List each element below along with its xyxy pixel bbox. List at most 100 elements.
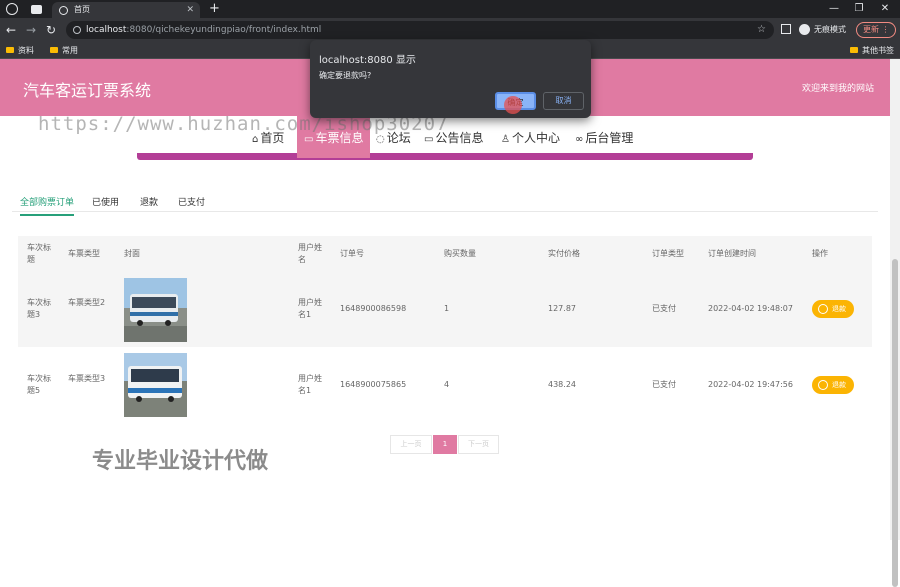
tab-all-orders[interactable]: 全部购票订单 <box>20 195 75 216</box>
back-button[interactable]: ← <box>3 22 19 38</box>
bookmark-label: 常用 <box>62 46 78 55</box>
link-icon: ∞ <box>575 134 584 145</box>
globe-icon <box>59 6 68 15</box>
other-bookmarks-label: 其他书签 <box>862 46 894 55</box>
refund-label: 退款 <box>832 381 846 389</box>
reload-button[interactable]: ↻ <box>43 22 59 38</box>
browser-profile-icon[interactable] <box>6 3 18 15</box>
cell-user-name: 用户姓名1 <box>298 298 322 319</box>
table-row[interactable]: 车次标题3 车票类型2 用户姓名1 1648900086598 1 127.87… <box>18 272 872 347</box>
bus-cover-image <box>124 353 187 417</box>
cell-price: 438.24 <box>548 380 576 389</box>
announcement-icon: ▭ <box>424 134 434 145</box>
new-tab-button[interactable]: + <box>209 0 220 18</box>
col-header: 实付价格 <box>548 249 580 258</box>
folder-icon <box>6 47 14 53</box>
site-info-icon[interactable] <box>73 26 81 34</box>
col-header: 封面 <box>124 249 140 258</box>
tab-refund[interactable]: 退款 <box>140 195 158 208</box>
nav-label: 后台管理 <box>585 131 634 145</box>
tab-used[interactable]: 已使用 <box>92 195 119 208</box>
cell-title: 车次标题3 <box>27 298 51 319</box>
browser-toolbar: ← → ↻ localhost:8080/qichekeyundingpiao/… <box>0 18 900 42</box>
page-scrollbar[interactable] <box>890 59 900 587</box>
cell-ticket-type: 车票类型2 <box>68 298 106 307</box>
welcome-text: 欢迎来到我的网站 <box>801 84 874 94</box>
incognito-icon <box>799 24 810 35</box>
home-icon: ⌂ <box>252 134 259 145</box>
watermark-text: 专业毕业设计代做 <box>92 449 269 474</box>
col-header: 订单创建时间 <box>708 249 756 258</box>
cell-ticket-type: 车票类型3 <box>68 374 106 383</box>
cell-quantity: 4 <box>444 380 450 389</box>
next-page-button[interactable]: 下一页 <box>458 435 499 454</box>
page-1-button[interactable]: 1 <box>433 435 457 454</box>
col-header: 用户姓名 <box>298 243 322 264</box>
refund-label: 退款 <box>832 305 846 313</box>
col-header: 车次标题 <box>27 243 51 264</box>
click-indicator <box>504 96 522 114</box>
col-header: 操作 <box>812 249 828 258</box>
dialog-cancel-button[interactable]: 取消 <box>543 92 584 110</box>
table-header: 车次标题 车票类型 封面 用户姓名 订单号 购买数量 实付价格 订单类型 订单创… <box>18 236 872 272</box>
user-icon: ♙ <box>501 134 510 145</box>
nav-item-admin[interactable]: ∞ 后台管理 <box>575 129 633 146</box>
browser-tab-strip: 首页 ✕ + — ❐ ✕ <box>0 0 900 18</box>
address-bar[interactable]: localhost:8080/qichekeyundingpiao/front/… <box>66 21 774 39</box>
col-header: 车票类型 <box>68 249 100 258</box>
cell-title: 车次标题5 <box>27 374 51 395</box>
refund-button[interactable]: 退款 <box>812 376 854 394</box>
update-label: 更新 <box>863 25 879 34</box>
ticket-icon: ▭ <box>304 134 314 145</box>
bookmark-label: 资料 <box>18 46 34 55</box>
forward-button[interactable]: → <box>23 22 39 38</box>
close-window-icon[interactable]: ✕ <box>874 0 896 18</box>
dialog-title: localhost:8080 显示 <box>319 55 416 66</box>
nav-label: 个人中心 <box>511 131 560 145</box>
cell-created-time: 2022-04-02 19:48:07 <box>708 304 793 313</box>
folder-icon <box>850 47 858 53</box>
close-tab-icon[interactable]: ✕ <box>186 2 194 18</box>
cell-order-no: 1648900086598 <box>340 304 407 313</box>
cell-order-no: 1648900075865 <box>340 380 407 389</box>
incognito-label: 无痕模式 <box>814 25 846 34</box>
url-host: localhost <box>86 25 127 35</box>
scrollbar-thumb[interactable] <box>892 259 898 587</box>
bookmark-folder-1[interactable]: 常用 <box>50 42 78 59</box>
browser-tab-active[interactable]: 首页 ✕ <box>52 2 200 18</box>
side-panel-icon[interactable] <box>781 24 791 34</box>
col-header: 订单号 <box>340 249 364 258</box>
order-filter-tabs: 全部购票订单 已使用 退款 已支付 <box>12 190 878 216</box>
incognito-indicator[interactable]: 无痕模式 <box>799 22 846 38</box>
tab-paid[interactable]: 已支付 <box>178 195 205 208</box>
refund-icon <box>818 304 828 314</box>
minimize-window-icon[interactable]: — <box>823 0 845 18</box>
cell-quantity: 1 <box>444 304 450 313</box>
refund-button[interactable]: 退款 <box>812 300 854 318</box>
confirm-dialog: localhost:8080 显示 确定要退款吗? 确定 取消 <box>310 40 591 118</box>
col-header: 购买数量 <box>444 249 476 258</box>
cell-user-name: 用户姓名1 <box>298 374 322 395</box>
bookmark-folder-0[interactable]: 资料 <box>6 42 34 59</box>
cell-order-type: 已支付 <box>652 380 676 389</box>
prev-page-button[interactable]: 上一页 <box>390 435 432 454</box>
cell-created-time: 2022-04-02 19:47:56 <box>708 380 793 389</box>
refund-icon <box>818 380 828 390</box>
tab-search-icon[interactable] <box>31 5 42 14</box>
tab-title: 首页 <box>74 5 90 14</box>
folder-icon <box>50 47 58 53</box>
dialog-message: 确定要退款吗? <box>319 71 372 80</box>
other-bookmarks[interactable]: 其他书签 <box>850 42 894 59</box>
forum-icon: ◌ <box>376 134 385 145</box>
bus-cover-image <box>124 278 187 342</box>
site-title: 汽车客运订票系统 <box>23 81 152 100</box>
url-path: :8080/qichekeyundingpiao/front/index.htm… <box>126 25 322 35</box>
restore-window-icon[interactable]: ❐ <box>848 0 870 18</box>
cell-price: 127.87 <box>548 304 576 313</box>
col-header: 订单类型 <box>652 249 684 258</box>
nav-item-user-center[interactable]: ♙ 个人中心 <box>501 129 560 146</box>
table-row[interactable]: 车次标题5 车票类型3 用户姓名1 1648900075865 4 438.24… <box>18 347 872 422</box>
bookmark-star-icon[interactable]: ☆ <box>757 21 766 39</box>
update-button[interactable]: 更新 ⋮ <box>856 22 896 38</box>
cell-order-type: 已支付 <box>652 304 676 313</box>
